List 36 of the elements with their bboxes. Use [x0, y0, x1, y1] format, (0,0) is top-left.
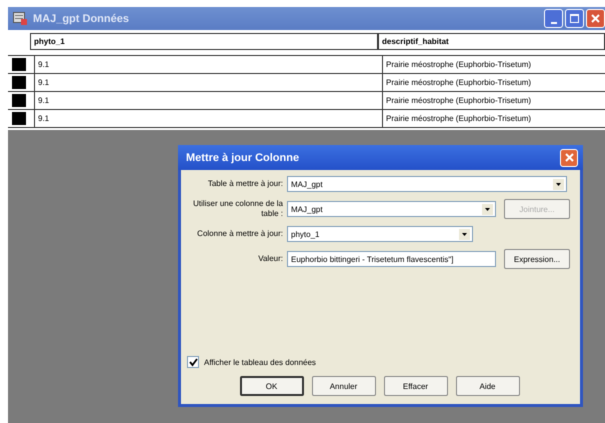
close-icon	[591, 14, 600, 23]
maximize-icon	[570, 14, 579, 23]
column-header[interactable]: phyto_1	[30, 33, 378, 50]
close-button[interactable]	[560, 148, 578, 166]
table-cell: 9.1	[34, 56, 382, 73]
table-window-icon	[13, 12, 27, 25]
field-label: Utiliser une colonne de la table :	[192, 199, 283, 219]
dialog-title: Mettre à jour Colonne	[186, 152, 300, 164]
window-title: MAJ_gpt Données	[33, 12, 129, 24]
close-button[interactable]	[586, 9, 605, 28]
table-cell: 9.1	[34, 92, 382, 109]
dialog-button[interactable]: Annuler	[312, 376, 376, 396]
table-cell: 9.1	[34, 110, 382, 127]
dialog-button[interactable]: OK	[240, 376, 304, 396]
input-field[interactable]: Euphorbio bittingeri - Trisetetum flavescentis"]	[287, 251, 496, 267]
checkbox[interactable]	[187, 356, 199, 368]
dropdown[interactable]: MAJ_gpt	[287, 201, 496, 217]
side-button[interactable]: Expression...	[504, 249, 570, 269]
minimize-icon	[550, 22, 556, 24]
field-label: Colonne à mettre à jour:	[196, 229, 283, 239]
field-label: Table à mettre à jour:	[206, 179, 283, 189]
dialog-button[interactable]: Effacer	[384, 376, 448, 396]
dropdown[interactable]: phyto_1	[287, 226, 473, 242]
close-icon	[564, 153, 574, 162]
checkbox-label: Afficher le tableau des données	[204, 358, 316, 366]
column-header[interactable]: descriptif_habitat	[378, 33, 605, 50]
maximize-button[interactable]	[565, 9, 584, 28]
table-cell: Prairie méostrophe (Euphorbio-Trisetum)	[382, 92, 605, 109]
table-cell: Prairie méostrophe (Euphorbio-Trisetum)	[382, 56, 605, 73]
table-cell: 9.1	[34, 74, 382, 91]
minimize-button[interactable]	[544, 9, 563, 28]
table-cell: Prairie méostrophe (Euphorbio-Trisetum)	[382, 74, 605, 91]
dropdown[interactable]: MAJ_gpt	[287, 176, 567, 192]
field-label: Valeur:	[257, 254, 283, 264]
table-cell: Prairie méostrophe (Euphorbio-Trisetum)	[382, 110, 605, 127]
dialog-button[interactable]: Aide	[456, 376, 520, 396]
